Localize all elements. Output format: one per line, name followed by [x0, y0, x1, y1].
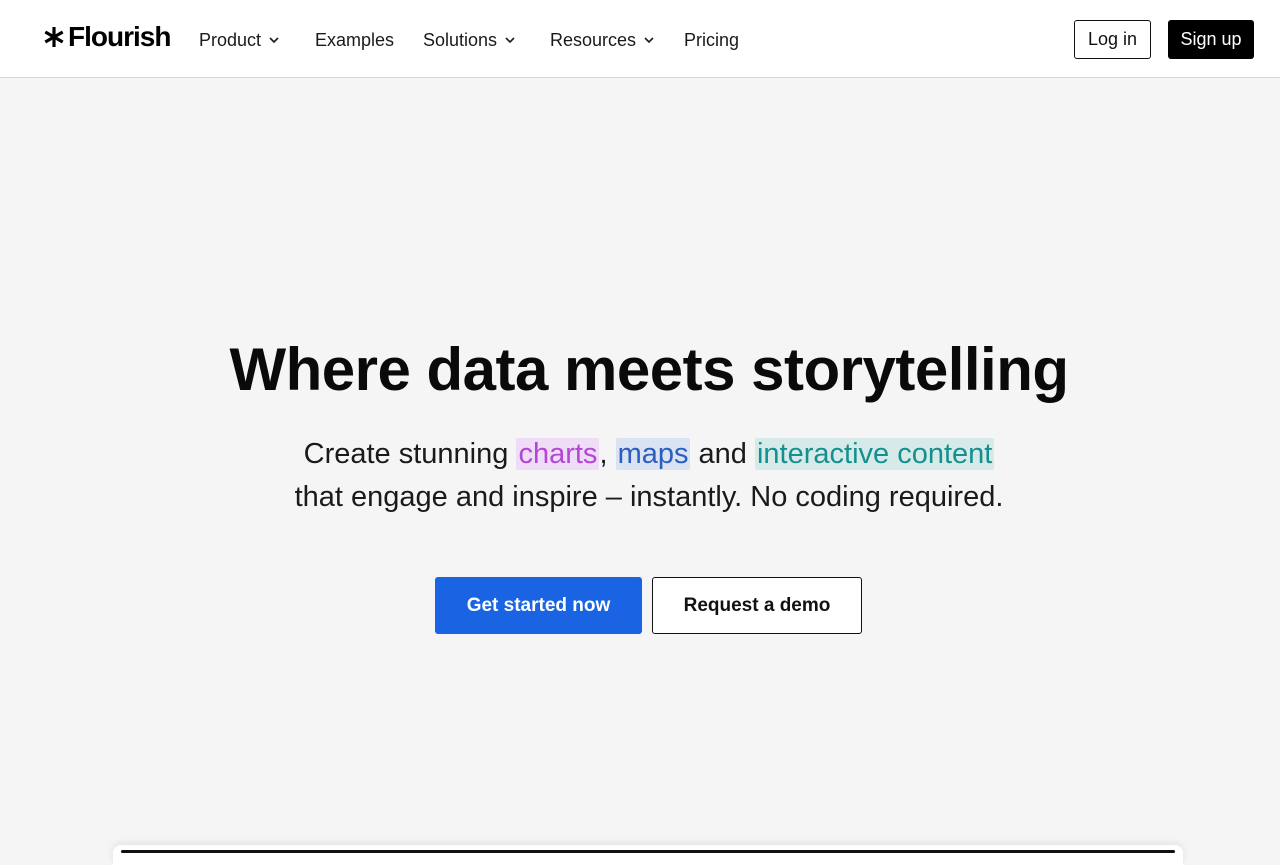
asterisk-logo-icon: [44, 27, 64, 47]
nav-item-label: Resources: [550, 29, 637, 50]
subtitle-comma: ,: [599, 438, 608, 470]
nav-item-label: Examples: [315, 29, 395, 50]
preview-card: [113, 845, 1183, 865]
top-navbar: Flourish Product Examples Solutions Reso…: [0, 0, 1280, 78]
subtitle-and: and: [690, 438, 755, 470]
chevron-down-icon: [269, 37, 279, 44]
nav-item-label: Product: [199, 29, 262, 50]
flourish-logo[interactable]: Flourish: [42, 20, 171, 54]
nav-item-product[interactable]: Product: [199, 27, 280, 53]
subtitle-prefix: Create stunning: [303, 438, 517, 470]
request-demo-button[interactable]: Request a demo: [652, 577, 862, 634]
nav-item-resources[interactable]: Resources: [550, 27, 655, 53]
nav-item-label: Pricing: [684, 29, 740, 50]
logo-text: Flourish: [68, 21, 171, 52]
chevron-down-icon: [505, 37, 515, 44]
highlight-charts: charts: [516, 438, 600, 470]
highlight-interactive-content: interactive content: [754, 438, 995, 470]
get-started-button[interactable]: Get started now: [435, 577, 642, 634]
nav-item-pricing[interactable]: Pricing: [684, 27, 739, 53]
signup-button[interactable]: Sign up: [1168, 20, 1254, 59]
login-button[interactable]: Log in: [1074, 20, 1151, 59]
highlight-maps: maps: [615, 438, 691, 470]
nav-item-examples[interactable]: Examples: [315, 27, 394, 53]
nav-item-label: Solutions: [423, 29, 498, 50]
nav-item-solutions[interactable]: Solutions: [423, 27, 516, 53]
hero-title: Where data meets storytelling: [229, 336, 1069, 403]
chevron-down-icon: [644, 37, 654, 44]
hero-subtitle: Create stunning charts, maps and interac…: [0, 433, 1280, 519]
subtitle-line2: that engage and inspire – instantly. No …: [294, 481, 1004, 513]
